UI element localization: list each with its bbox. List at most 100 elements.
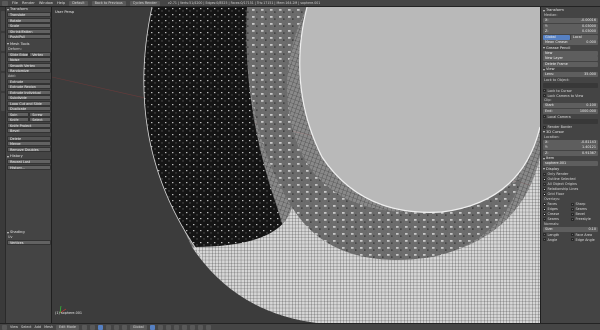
transform-panel-header[interactable]: Transform [543,8,598,13]
bevel-button[interactable]: Bevel [7,128,51,133]
proportional-editing-icon[interactable] [181,324,187,330]
tab-tools[interactable] [1,11,5,31]
tab-shading[interactable] [1,53,5,71]
edge-angle-checkbox[interactable]: Edge Angle [571,237,598,242]
tab-grease-pencil[interactable] [1,93,5,111]
editor-type-icon[interactable] [2,0,8,6]
viewport-shading-icon[interactable] [81,324,87,330]
median-x-field[interactable]: X: -0.00016 [543,18,598,23]
extrude-menu[interactable]: Extrude [7,78,51,84]
menu-file[interactable]: File [12,1,18,5]
pivot-point-icon[interactable] [89,324,95,330]
render-preview-icon[interactable] [205,324,211,330]
grease-new-button[interactable]: New [543,50,598,56]
cursor-y-field[interactable]: Y: 1.40121 [543,145,598,150]
menu-view[interactable]: View [10,325,18,329]
display-header[interactable]: Display [543,167,598,172]
scale-button[interactable]: Scale [7,23,51,28]
clip-start-field[interactable]: Start: 0.100 [543,103,598,108]
median-y-field[interactable]: Y: 0.03000 [543,23,598,29]
3d-cursor-header[interactable]: 3D Cursor [543,130,598,135]
slide-edge-button[interactable]: Slide Edge [7,51,29,57]
overlay-label: Edges [547,207,558,211]
back-to-previous-button[interactable]: Back to Previous [91,0,126,6]
snap-element-icon[interactable] [197,324,203,330]
y-value: 0.03000 [581,23,596,28]
shading-header[interactable]: Shading [7,230,51,235]
occlude-geometry-icon[interactable] [173,324,179,330]
screw-button[interactable]: Screw [29,111,51,117]
smooth-vertex-button[interactable]: Smooth Vertex [7,62,51,68]
render-engine-select[interactable]: Cycles Render [129,0,160,6]
translate-manipulator-icon[interactable] [105,324,111,330]
extrude-individual-button[interactable]: Extrude Individual [7,89,51,95]
rotate-manipulator-icon[interactable] [113,324,119,330]
slide-vertex-button[interactable]: Vertex [29,51,51,57]
duplicate-button[interactable]: Duplicate [7,106,51,111]
history-header[interactable]: History [7,154,51,159]
local-camera-field[interactable] [543,119,598,124]
item-header[interactable]: Item [543,156,598,161]
delete-frame-button[interactable]: Delete Frame [543,61,598,67]
translate-button[interactable]: Translate [7,12,51,17]
menu-help[interactable]: Help [57,1,65,5]
editor-type-icon[interactable] [2,324,7,330]
menu-render[interactable]: Render [22,1,35,5]
local-toggle[interactable]: Local [571,34,598,40]
knife-project-button[interactable]: Knife Project [7,122,51,128]
noise-button[interactable]: Noise [7,57,51,62]
object-name-field[interactable]: sophere.001 [543,161,598,166]
loop-cut-button[interactable]: Loop Cut and Slide [7,100,51,106]
knife-button[interactable]: Knife [7,117,29,122]
vertex-select-icon[interactable] [149,324,155,330]
cursor-z-field[interactable]: Z: 0.91367 [543,150,598,156]
extrude-region-button[interactable]: Extrude Region [7,84,51,89]
rotate-button[interactable]: Rotate [7,17,51,23]
subdivide-button[interactable]: Subdivide [7,95,51,100]
transform-header[interactable]: Transform [7,7,51,12]
scale-manipulator-icon[interactable] [121,324,127,330]
z-label: Z: [545,29,549,33]
view-panel-header[interactable]: View [543,67,598,72]
lock-object-field[interactable] [543,82,598,88]
delete-menu[interactable]: Delete [7,135,51,141]
remove-doubles-button[interactable]: Remove Doubles [7,146,51,152]
grease-pencil-header[interactable]: Grease Pencil [543,46,598,51]
mesh-tools-header[interactable]: Mesh Tools [7,42,51,47]
lens-field[interactable]: Lens: 35.000 [543,72,598,77]
global-toggle[interactable]: Global [543,34,570,40]
menu-window[interactable]: Window [39,1,53,5]
median-z-field[interactable]: Z: 0.03000 [543,29,598,34]
layout-select[interactable]: Default [69,0,88,6]
tab-options[interactable] [1,73,5,91]
overlay-label: Crease [547,212,560,216]
push-pull-button[interactable]: Push/Pull [7,34,51,39]
merge-button[interactable]: Merge [7,141,51,146]
mean-crease-field[interactable]: Mean Crease: 0.000 [543,40,598,45]
spin-button[interactable]: Spin [7,111,29,117]
normal-size-field[interactable]: Size: 0.10 [543,226,598,232]
uv-select[interactable]: Vertices [7,240,51,245]
manipulator-icon[interactable] [97,324,103,330]
shrink-fatten-button[interactable]: Shrink/Fatten [7,28,51,34]
knife-select-button[interactable]: Select [29,117,51,122]
snap-icon[interactable] [189,324,195,330]
history-button[interactable]: History... [7,164,51,170]
randomize-button[interactable]: Randomize [7,68,51,73]
tab-create[interactable] [1,33,5,51]
overlay-seams2-checkbox[interactable]: Seams [543,217,570,222]
clip-end-field[interactable]: End: 1000.000 [543,108,598,114]
new-layer-button[interactable]: New Layer [543,56,598,61]
mode-select[interactable]: Edit Mode [56,324,79,330]
transform-orientation-select[interactable]: Global [129,324,147,330]
menu-mesh[interactable]: Mesh [44,325,53,329]
overlay-freestyle-checkbox[interactable]: Freestyle [571,217,598,222]
cursor-x-field[interactable]: X: -0.81143 [543,139,598,145]
menu-add[interactable]: Add [35,325,42,329]
3d-viewport[interactable]: User Persp (1) sophere.001 [52,7,540,323]
repeat-last-button[interactable]: Repeat Last [7,159,51,164]
face-select-icon[interactable] [165,324,171,330]
edge-select-icon[interactable] [157,324,163,330]
angle-checkbox[interactable]: Angle [543,237,570,242]
menu-select[interactable]: Select [21,325,31,329]
